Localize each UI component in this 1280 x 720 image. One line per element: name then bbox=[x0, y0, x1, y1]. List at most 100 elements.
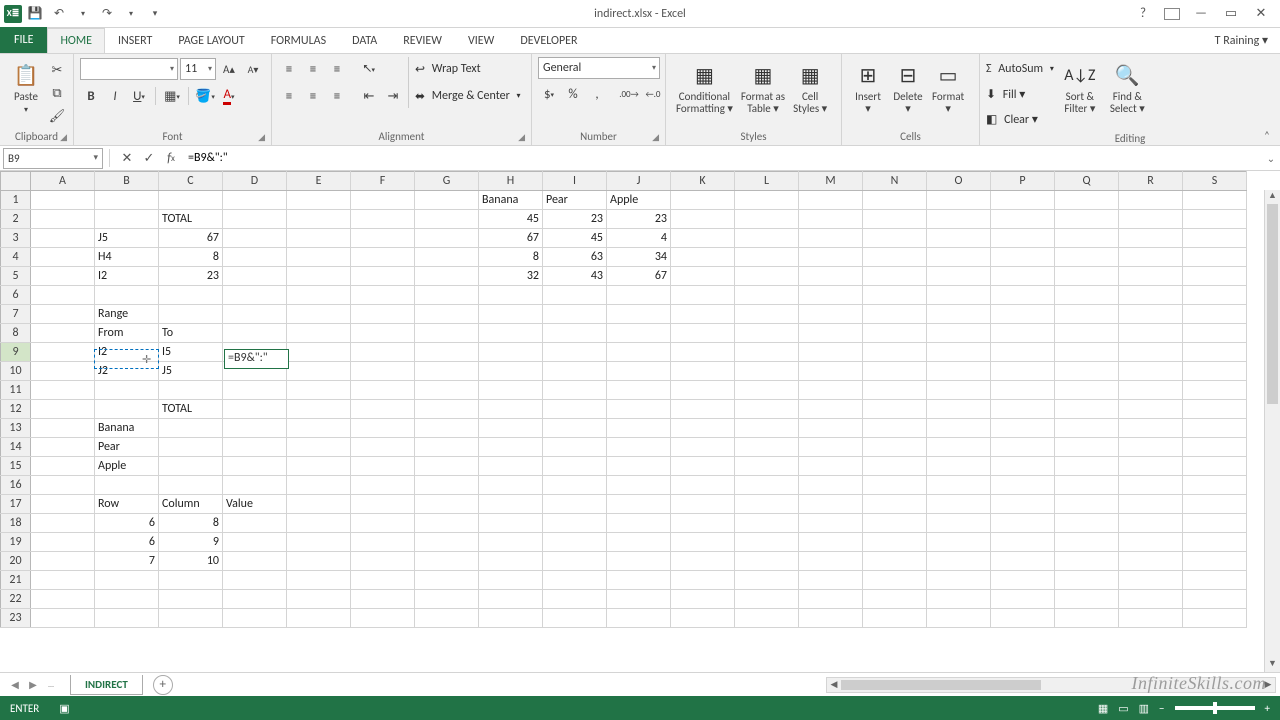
cell-E1[interactable] bbox=[287, 191, 351, 210]
column-header-I[interactable]: I bbox=[543, 172, 607, 191]
cell-C16[interactable] bbox=[159, 476, 223, 495]
font-name-select[interactable]: ▾ bbox=[80, 58, 178, 80]
cell-J8[interactable] bbox=[607, 324, 671, 343]
cell-J11[interactable] bbox=[607, 381, 671, 400]
cell-Q13[interactable] bbox=[1055, 419, 1119, 438]
column-header-S[interactable]: S bbox=[1183, 172, 1247, 191]
percent-button[interactable]: % bbox=[562, 83, 584, 105]
cell-N3[interactable] bbox=[863, 229, 927, 248]
column-header-H[interactable]: H bbox=[479, 172, 543, 191]
cell-B10[interactable]: J2 bbox=[95, 362, 159, 381]
cell-M19[interactable] bbox=[799, 533, 863, 552]
cell-R23[interactable] bbox=[1119, 609, 1183, 628]
cell-C10[interactable]: J5 bbox=[159, 362, 223, 381]
cell-N22[interactable] bbox=[863, 590, 927, 609]
cell-N16[interactable] bbox=[863, 476, 927, 495]
cell-S6[interactable] bbox=[1183, 286, 1247, 305]
cell-K19[interactable] bbox=[671, 533, 735, 552]
cell-S21[interactable] bbox=[1183, 571, 1247, 590]
cell-K21[interactable] bbox=[671, 571, 735, 590]
cell-R16[interactable] bbox=[1119, 476, 1183, 495]
row-header-17[interactable]: 17 bbox=[1, 495, 31, 514]
align-top-button[interactable]: ≡ bbox=[278, 58, 300, 80]
cell-M8[interactable] bbox=[799, 324, 863, 343]
cell-K20[interactable] bbox=[671, 552, 735, 571]
cell-R21[interactable] bbox=[1119, 571, 1183, 590]
cell-K22[interactable] bbox=[671, 590, 735, 609]
cell-R6[interactable] bbox=[1119, 286, 1183, 305]
cell-Q12[interactable] bbox=[1055, 400, 1119, 419]
cell-F9[interactable] bbox=[351, 343, 415, 362]
column-header-D[interactable]: D bbox=[223, 172, 287, 191]
cell-A18[interactable] bbox=[31, 514, 95, 533]
cell-J12[interactable] bbox=[607, 400, 671, 419]
cell-E3[interactable] bbox=[287, 229, 351, 248]
column-header-M[interactable]: M bbox=[799, 172, 863, 191]
cell-J5[interactable]: 67 bbox=[607, 267, 671, 286]
cell-I21[interactable] bbox=[543, 571, 607, 590]
cell-J15[interactable] bbox=[607, 457, 671, 476]
cell-O10[interactable] bbox=[927, 362, 991, 381]
find-select-button[interactable]: 🔍Find & Select ▾ bbox=[1106, 57, 1149, 117]
cell-L7[interactable] bbox=[735, 305, 799, 324]
cell-P9[interactable] bbox=[991, 343, 1055, 362]
cell-M2[interactable] bbox=[799, 210, 863, 229]
name-box[interactable]: B9▾ bbox=[3, 148, 103, 169]
cell-E11[interactable] bbox=[287, 381, 351, 400]
cell-D23[interactable] bbox=[223, 609, 287, 628]
cell-L19[interactable] bbox=[735, 533, 799, 552]
cell-L20[interactable] bbox=[735, 552, 799, 571]
cell-C11[interactable] bbox=[159, 381, 223, 400]
cell-E14[interactable] bbox=[287, 438, 351, 457]
decrease-decimal-button[interactable]: ←.0 bbox=[642, 83, 664, 105]
cell-M20[interactable] bbox=[799, 552, 863, 571]
cell-G2[interactable] bbox=[415, 210, 479, 229]
column-header-P[interactable]: P bbox=[991, 172, 1055, 191]
fill-button[interactable]: ⬇ Fill ▾ bbox=[986, 82, 1054, 106]
cell-K10[interactable] bbox=[671, 362, 735, 381]
cell-I6[interactable] bbox=[543, 286, 607, 305]
cell-K7[interactable] bbox=[671, 305, 735, 324]
cell-C19[interactable]: 9 bbox=[159, 533, 223, 552]
row-header-5[interactable]: 5 bbox=[1, 267, 31, 286]
cell-R20[interactable] bbox=[1119, 552, 1183, 571]
cell-A13[interactable] bbox=[31, 419, 95, 438]
cell-F10[interactable] bbox=[351, 362, 415, 381]
cell-K12[interactable] bbox=[671, 400, 735, 419]
cell-M3[interactable] bbox=[799, 229, 863, 248]
cell-A21[interactable] bbox=[31, 571, 95, 590]
cell-S14[interactable] bbox=[1183, 438, 1247, 457]
increase-font-button[interactable]: A▴ bbox=[218, 58, 240, 80]
cell-O23[interactable] bbox=[927, 609, 991, 628]
cell-H7[interactable] bbox=[479, 305, 543, 324]
cell-I22[interactable] bbox=[543, 590, 607, 609]
cell-N19[interactable] bbox=[863, 533, 927, 552]
cell-O17[interactable] bbox=[927, 495, 991, 514]
cell-E19[interactable] bbox=[287, 533, 351, 552]
cell-N21[interactable] bbox=[863, 571, 927, 590]
cell-P17[interactable] bbox=[991, 495, 1055, 514]
cell-A9[interactable] bbox=[31, 343, 95, 362]
cell-A20[interactable] bbox=[31, 552, 95, 571]
cell-F18[interactable] bbox=[351, 514, 415, 533]
cell-D2[interactable] bbox=[223, 210, 287, 229]
cell-D3[interactable] bbox=[223, 229, 287, 248]
row-header-4[interactable]: 4 bbox=[1, 248, 31, 267]
cell-B23[interactable] bbox=[95, 609, 159, 628]
cell-D18[interactable] bbox=[223, 514, 287, 533]
cell-R1[interactable] bbox=[1119, 191, 1183, 210]
cell-O5[interactable] bbox=[927, 267, 991, 286]
cell-P13[interactable] bbox=[991, 419, 1055, 438]
cell-D14[interactable] bbox=[223, 438, 287, 457]
cell-C17[interactable]: Column bbox=[159, 495, 223, 514]
cell-L23[interactable] bbox=[735, 609, 799, 628]
cell-R9[interactable] bbox=[1119, 343, 1183, 362]
cell-Q1[interactable] bbox=[1055, 191, 1119, 210]
cell-D7[interactable] bbox=[223, 305, 287, 324]
cell-S20[interactable] bbox=[1183, 552, 1247, 571]
cell-O14[interactable] bbox=[927, 438, 991, 457]
cell-C15[interactable] bbox=[159, 457, 223, 476]
cell-A17[interactable] bbox=[31, 495, 95, 514]
column-header-E[interactable]: E bbox=[287, 172, 351, 191]
scroll-thumb[interactable] bbox=[1267, 204, 1278, 404]
